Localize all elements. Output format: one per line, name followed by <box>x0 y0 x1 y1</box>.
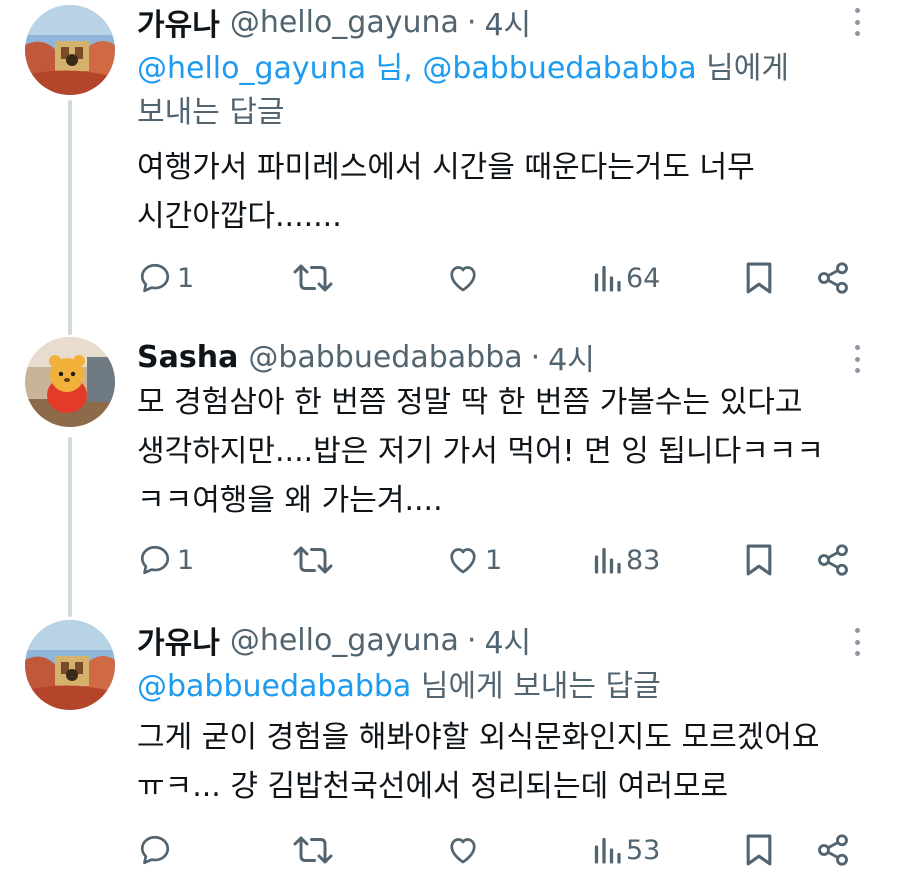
heart-icon <box>450 266 476 292</box>
timestamp[interactable]: 4시 <box>484 0 531 44</box>
tweet-text-line: 모 경험삼아 한 번쯤 정말 딱 한 번쯤 가볼수는 있다고 <box>137 385 803 420</box>
action-bar: 53 <box>137 828 877 872</box>
tweet-text: 그게 굳이 경험을 해봐야할 외식문화인지도 모르겠어요 ㅠㅋ... 걍 김밥천… <box>137 713 882 811</box>
like-button[interactable] <box>445 828 485 872</box>
retweet-button[interactable] <box>292 256 338 300</box>
user-handle[interactable]: @babbuedababba <box>248 340 522 375</box>
tweet-header: 가유나 @hello_gayuna · 4시 <box>137 0 531 44</box>
bookmark-button[interactable] <box>742 828 776 872</box>
timestamp[interactable]: 4시 <box>484 618 531 662</box>
tweet-header: Sasha @babbuedababba · 4시 <box>137 335 595 379</box>
bookmark-icon <box>746 834 772 866</box>
share-button[interactable] <box>815 828 851 872</box>
reply-count: 1 <box>177 544 195 576</box>
separator: · <box>466 4 477 40</box>
tweet-text-line: 여행가서 파미레스에서 시간을 때운다는거도 너무 <box>137 150 755 185</box>
reply-context-suffix-2: 보내는 답글 <box>137 95 285 130</box>
reply-icon <box>140 545 170 575</box>
separator: · <box>466 622 477 658</box>
more-icon[interactable] <box>852 8 862 36</box>
action-bar: 1 1 83 <box>137 538 877 582</box>
share-icon <box>818 262 848 294</box>
bookmark-button[interactable] <box>742 256 776 300</box>
tweet-text-line: ㅠㅋ... 걍 김밥천국선에서 정리되는데 여러모로 <box>137 769 729 804</box>
thread-line <box>68 437 72 617</box>
retweet-icon <box>293 836 333 864</box>
reply-button[interactable]: 1 <box>137 256 194 300</box>
reply-context-suffix: 님에게 <box>706 51 789 86</box>
tweet-header: 가유나 @hello_gayuna · 4시 <box>137 618 531 662</box>
retweet-button[interactable] <box>292 828 338 872</box>
avatar[interactable] <box>25 5 115 95</box>
share-button[interactable] <box>815 256 851 300</box>
mention-link[interactable]: @babbuedababba <box>422 51 696 86</box>
avatar[interactable] <box>25 620 115 710</box>
views-icon <box>594 837 621 864</box>
reply-icon <box>140 263 170 293</box>
tweet-text-line: 생각하지만....밥은 저기 가서 먹어! 면 잉 됩니다ㅋㅋㅋ <box>137 434 824 469</box>
display-name[interactable]: Sasha <box>137 340 238 375</box>
tweet-text: 모 경험삼아 한 번쯤 정말 딱 한 번쯤 가볼수는 있다고 생각하지만....… <box>137 378 882 525</box>
views-button[interactable]: 64 <box>592 256 660 300</box>
heart-icon <box>450 838 476 864</box>
like-count: 1 <box>485 544 503 576</box>
avatar-image <box>25 620 115 710</box>
reply-count: 1 <box>177 262 195 294</box>
more-icon[interactable] <box>852 628 862 656</box>
like-button[interactable]: 1 <box>445 538 502 582</box>
reply-button[interactable] <box>137 828 177 872</box>
more-icon[interactable] <box>852 345 862 373</box>
action-bar: 1 64 <box>137 256 877 300</box>
bookmark-icon <box>746 544 772 576</box>
separator: · <box>530 339 541 375</box>
view-count: 64 <box>626 262 661 294</box>
tweet-text-line: 그게 굳이 경험을 해봐야할 외식문화인지도 모르겠어요 <box>137 720 820 755</box>
views-button[interactable]: 83 <box>592 538 660 582</box>
reply-context-suffix: 님에게 보내는 답글 <box>420 669 661 704</box>
tweet-text: 여행가서 파미레스에서 시간을 때운다는거도 너무 시간아깝다....... <box>137 143 882 241</box>
timestamp[interactable]: 4시 <box>548 335 595 379</box>
share-icon <box>818 834 848 866</box>
share-icon <box>818 544 848 576</box>
avatar-image <box>25 5 115 95</box>
retweet-icon <box>293 546 333 574</box>
like-button[interactable] <box>445 256 485 300</box>
reply-button[interactable]: 1 <box>137 538 194 582</box>
reply-icon <box>140 835 170 865</box>
view-count: 83 <box>626 544 661 576</box>
bookmark-icon <box>746 262 772 294</box>
reply-context: @babbuedababba 님에게 보내는 답글 <box>137 665 877 709</box>
avatar-image <box>25 337 115 427</box>
retweet-button[interactable] <box>292 538 338 582</box>
display-name[interactable]: 가유나 <box>137 0 220 44</box>
mention-link[interactable]: @babbuedababba <box>137 669 411 704</box>
display-name[interactable]: 가유나 <box>137 618 220 662</box>
share-button[interactable] <box>815 538 851 582</box>
avatar[interactable] <box>25 337 115 427</box>
views-button[interactable]: 53 <box>592 828 660 872</box>
tweet-text-line: 시간아깝다....... <box>137 199 342 234</box>
views-icon <box>594 265 621 292</box>
view-count: 53 <box>626 834 661 866</box>
heart-icon <box>450 548 476 574</box>
reply-context: @hello_gayuna 님, @babbuedababba 님에게 보내는 … <box>137 47 877 135</box>
user-handle[interactable]: @hello_gayuna <box>230 623 459 658</box>
thread-line <box>68 100 72 335</box>
views-icon <box>594 547 621 574</box>
mention-link[interactable]: @hello_gayuna 님, <box>137 51 413 86</box>
retweet-icon <box>293 264 333 292</box>
tweet-text-line: ㅋㅋ여행을 왜 가는겨.... <box>137 483 443 518</box>
user-handle[interactable]: @hello_gayuna <box>230 5 459 40</box>
bookmark-button[interactable] <box>742 538 776 582</box>
